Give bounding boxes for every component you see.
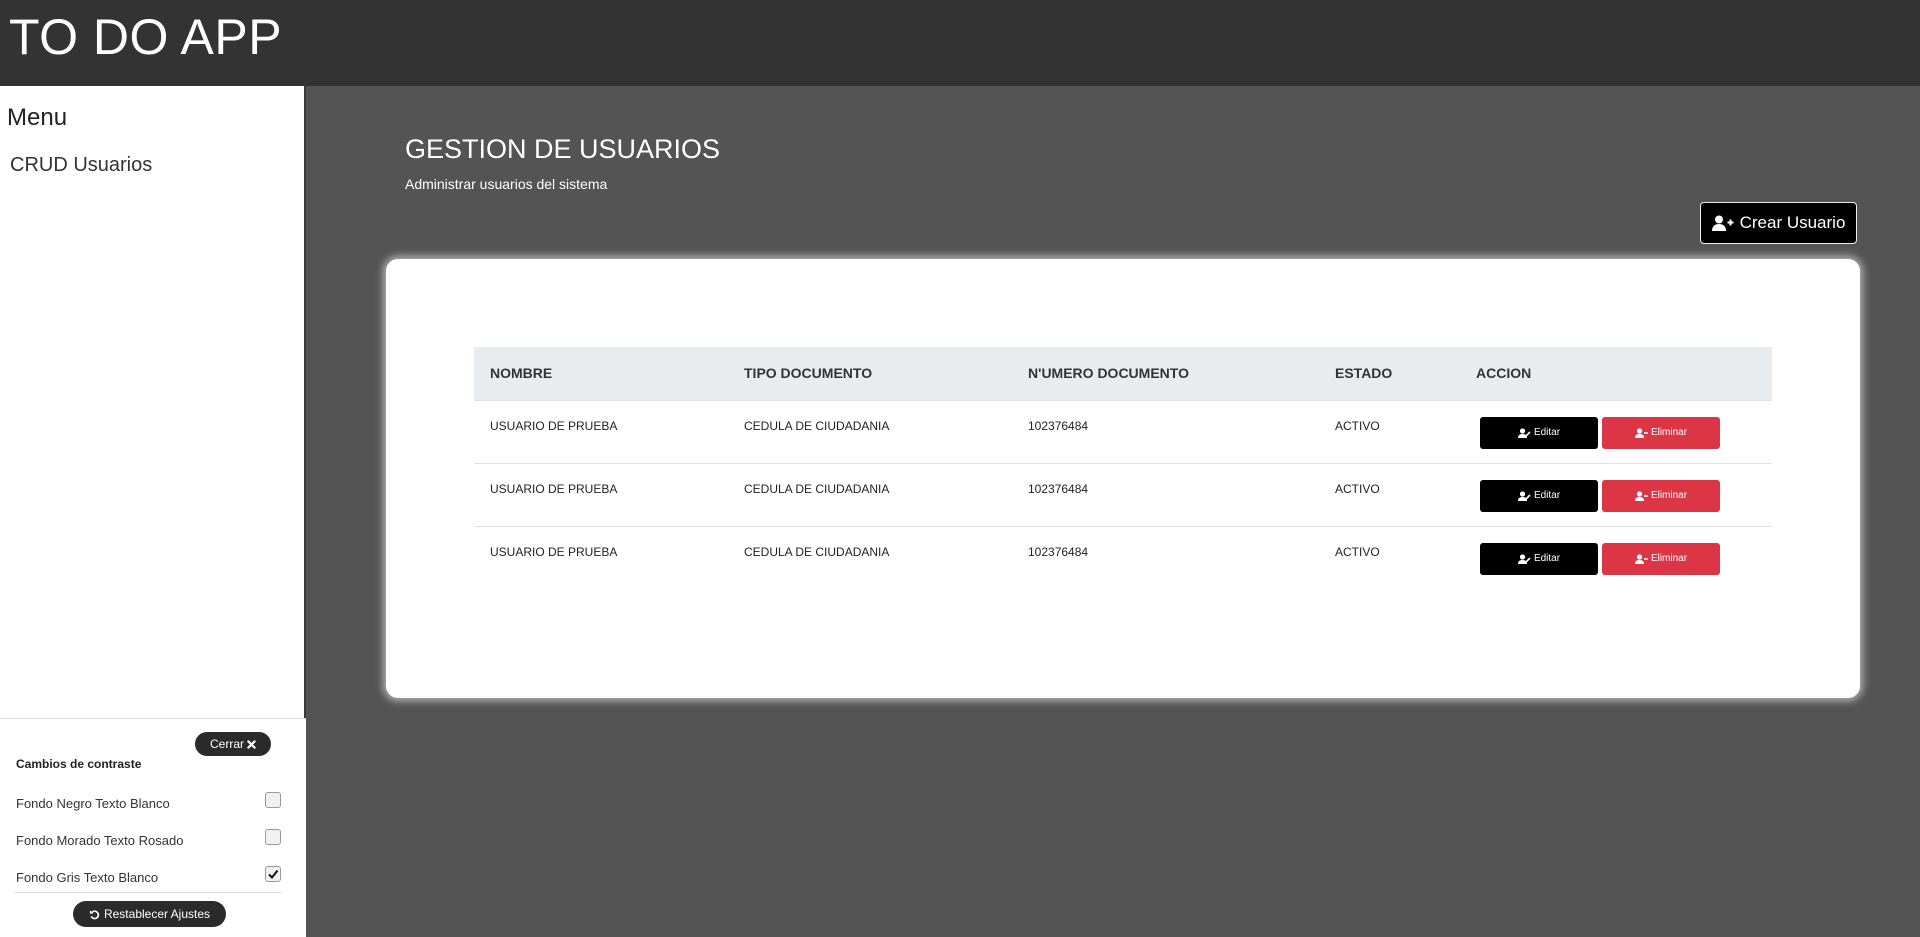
user-edit-icon	[1517, 553, 1531, 564]
user-edit-icon	[1517, 427, 1531, 438]
close-icon	[247, 739, 256, 749]
contrast-option-label: Fondo Negro Texto Blanco	[16, 796, 170, 811]
close-contrast-button[interactable]: Cerrar	[195, 732, 271, 756]
create-user-label: Crear Usuario	[1739, 213, 1846, 232]
close-button-label: Cerrar	[209, 737, 244, 751]
cell-tipo: CEDULA DE CIUDADANIA	[728, 463, 1012, 527]
sidebar-item-crud-usuarios[interactable]: CRUD Usuarios	[10, 154, 152, 177]
divider	[14, 892, 282, 893]
edit-button[interactable]: Editar	[1480, 542, 1598, 575]
cell-accion: Editar Eliminar	[1460, 463, 1772, 527]
cell-numero: 102376484	[1028, 544, 1089, 559]
contrast-option-gray-white: Fondo Gris Texto Blanco	[16, 866, 282, 888]
cell-estado: ACTIVO	[1319, 463, 1460, 527]
cell-nombre: USUARIO DE PRUEBA	[490, 544, 618, 559]
cell-numero: 102376484	[1012, 400, 1319, 464]
contrast-option-label: Fondo Gris Texto Blanco	[16, 870, 159, 885]
undo-icon	[89, 909, 100, 920]
delete-label: Eliminar	[1650, 553, 1688, 564]
create-user-button[interactable]: Crear Usuario	[1700, 202, 1857, 244]
cell-accion: Editar Eliminar	[1460, 400, 1772, 464]
contrast-title: Cambios de contraste	[16, 757, 142, 771]
user-plus-icon	[1711, 215, 1734, 232]
delete-button[interactable]: Eliminar	[1602, 416, 1720, 449]
column-header-tipo-documento: TIPO DOCUMENTO	[728, 347, 1012, 401]
table-row: USUARIO DE PRUEBA CEDULA DE CIUDADANIA 1…	[474, 526, 1772, 589]
table-row: USUARIO DE PRUEBA CEDULA DE CIUDADANIA 1…	[474, 400, 1772, 464]
user-minus-icon	[1634, 490, 1648, 501]
contrast-panel: Cerrar Cambios de contraste Fondo Negro …	[0, 718, 306, 937]
contrast-checkbox-purple-pink[interactable]	[265, 829, 281, 845]
cell-estado: ACTIVO	[1335, 544, 1380, 559]
cell-nombre: USUARIO DE PRUEBA	[474, 463, 728, 527]
top-bar: TO DO APP	[0, 0, 1920, 86]
reset-settings-button[interactable]: Restablecer Ajustes	[73, 901, 226, 927]
sidebar: Menu CRUD Usuarios Cerrar Cambios de con…	[0, 86, 306, 937]
cell-accion: Editar Eliminar	[1460, 526, 1772, 589]
column-header-accion: ACCION	[1460, 347, 1772, 401]
column-header-numero-documento: N'UMERO DOCUMENTO	[1012, 347, 1319, 401]
reset-button-label: Restablecer Ajustes	[103, 907, 211, 921]
edit-label: Editar	[1533, 427, 1561, 438]
app-title: TO DO APP	[9, 9, 283, 65]
column-header-estado: ESTADO	[1319, 347, 1460, 401]
table-header-row: NOMBRE TIPO DOCUMENTO N'UMERO DOCUMENTO …	[474, 347, 1772, 401]
contrast-checkbox-black-white[interactable]	[265, 792, 281, 808]
table-row: USUARIO DE PRUEBA CEDULA DE CIUDADANIA 1…	[474, 463, 1772, 527]
user-minus-icon	[1634, 427, 1648, 438]
cell-tipo: CEDULA DE CIUDADANIA	[728, 400, 1012, 464]
contrast-option-label: Fondo Morado Texto Rosado	[16, 833, 184, 848]
cell-estado: ACTIVO	[1319, 400, 1460, 464]
menu-title: Menu	[7, 104, 68, 131]
user-minus-icon	[1634, 553, 1648, 564]
contrast-checkbox-gray-white[interactable]	[265, 866, 281, 882]
users-table: NOMBRE TIPO DOCUMENTO N'UMERO DOCUMENTO …	[474, 347, 1772, 589]
cell-numero: 102376484	[1012, 463, 1319, 527]
users-card: NOMBRE TIPO DOCUMENTO N'UMERO DOCUMENTO …	[386, 259, 1860, 698]
edit-label: Editar	[1533, 553, 1561, 564]
contrast-option-black-white: Fondo Negro Texto Blanco	[16, 792, 282, 814]
edit-label: Editar	[1533, 490, 1561, 501]
delete-button[interactable]: Eliminar	[1602, 479, 1720, 512]
cell-nombre: USUARIO DE PRUEBA	[474, 400, 728, 464]
edit-button[interactable]: Editar	[1480, 479, 1598, 512]
check-icon	[268, 869, 279, 880]
page-subtitle: Administrar usuarios del sistema	[405, 176, 608, 192]
contrast-option-purple-pink: Fondo Morado Texto Rosado	[16, 829, 282, 851]
edit-button[interactable]: Editar	[1480, 416, 1598, 449]
delete-label: Eliminar	[1650, 427, 1688, 438]
column-header-nombre: NOMBRE	[474, 347, 728, 401]
cell-tipo: CEDULA DE CIUDADANIA	[744, 544, 890, 559]
page-title: GESTION DE USUARIOS	[405, 134, 721, 164]
delete-label: Eliminar	[1650, 490, 1688, 501]
user-edit-icon	[1517, 490, 1531, 501]
delete-button[interactable]: Eliminar	[1602, 542, 1720, 575]
